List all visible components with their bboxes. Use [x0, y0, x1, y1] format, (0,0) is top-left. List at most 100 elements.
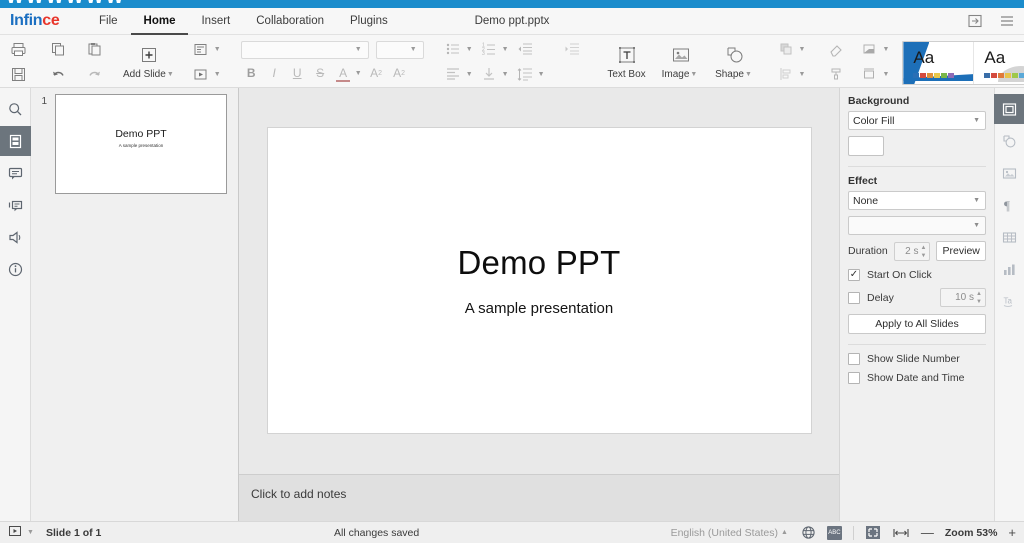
slide-thumbnail-1[interactable]: Demo PPT A sample presentation: [55, 94, 227, 194]
theme-option-2[interactable]: Aa: [974, 42, 1024, 84]
shape-button[interactable]: Shape ▼: [709, 38, 761, 86]
app-logo[interactable]: Infince: [0, 13, 78, 29]
font-family-select[interactable]: ▼: [240, 40, 369, 59]
underline-button[interactable]: U: [287, 64, 308, 83]
sidebar-item-chat[interactable]: [0, 190, 31, 220]
show-date-time-row[interactable]: Show Date and Time: [848, 372, 986, 384]
chevron-down-icon[interactable]: ▼: [27, 529, 34, 536]
menu-item-home[interactable]: Home: [130, 8, 189, 35]
image-button[interactable]: Image ▼: [655, 38, 707, 86]
fill-color-icon[interactable]: [858, 39, 880, 59]
fit-slide-icon[interactable]: [865, 525, 881, 540]
zoom-in-button[interactable]: +: [1008, 525, 1016, 540]
align-left-icon[interactable]: [442, 64, 464, 84]
menu-item-file[interactable]: File: [86, 8, 131, 35]
sidebar-item-about[interactable]: [0, 254, 31, 284]
slide-size-icon[interactable]: [858, 64, 880, 84]
slide-layout-icon[interactable]: [190, 39, 212, 59]
theme-option-1[interactable]: Aa: [903, 42, 975, 84]
copy-icon[interactable]: [47, 39, 69, 59]
background-color-swatch[interactable]: [848, 136, 884, 156]
increase-indent-icon[interactable]: [561, 39, 583, 59]
preview-button[interactable]: Preview: [936, 241, 986, 261]
delay-stepper[interactable]: 10 s ▲ ▼: [940, 288, 986, 307]
background-type-select[interactable]: Color Fill ▼: [848, 111, 986, 130]
effect-option-select[interactable]: ▼: [848, 216, 986, 235]
effect-type-select[interactable]: None ▼: [848, 191, 986, 210]
start-slideshow-icon[interactable]: [8, 524, 22, 541]
superscript-button[interactable]: A2: [366, 64, 387, 83]
print-icon[interactable]: [7, 39, 29, 59]
apply-to-all-slides-button[interactable]: Apply to All Slides: [848, 314, 986, 334]
font-size-select[interactable]: ▼: [375, 40, 424, 59]
bold-button[interactable]: B: [241, 64, 262, 83]
fit-width-icon[interactable]: [892, 526, 910, 540]
panel-chart-settings[interactable]: [994, 254, 1024, 284]
format-painter-icon[interactable]: [825, 64, 847, 84]
save-to-icon[interactable]: [966, 12, 984, 30]
zoom-level-label[interactable]: Zoom 53%: [945, 527, 998, 539]
undo-icon[interactable]: [47, 64, 69, 84]
chevron-down-icon[interactable]: ▼: [214, 46, 221, 53]
menu-item-collaboration[interactable]: Collaboration: [243, 8, 337, 35]
start-on-click-row[interactable]: Start On Click: [848, 269, 986, 281]
spellcheck-icon[interactable]: ABC: [826, 525, 842, 540]
menu-item-insert[interactable]: Insert: [188, 8, 243, 35]
chevron-up-icon[interactable]: ▲: [781, 529, 788, 536]
show-slide-number-checkbox[interactable]: [848, 353, 860, 365]
font-color-button[interactable]: A: [333, 64, 354, 83]
menu-item-plugins[interactable]: Plugins: [337, 8, 401, 35]
vertical-align-icon[interactable]: [478, 64, 500, 84]
chevron-down-icon[interactable]: ▼: [799, 71, 806, 78]
slide-thumbnail-pane[interactable]: 1 Demo PPT A sample presentation: [31, 88, 239, 521]
redo-icon[interactable]: [83, 64, 105, 84]
add-slide-button[interactable]: Add Slide ▼: [123, 38, 176, 86]
start-on-click-checkbox[interactable]: [848, 269, 860, 281]
show-date-time-checkbox[interactable]: [848, 372, 860, 384]
eraser-icon[interactable]: [825, 39, 847, 59]
chevron-down-icon[interactable]: ▼: [502, 71, 509, 78]
panel-image-settings[interactable]: [994, 158, 1024, 188]
slide-canvas[interactable]: Demo PPT A sample presentation: [267, 128, 811, 433]
slide-subtitle-text[interactable]: A sample presentation: [268, 300, 811, 317]
chevron-down-icon[interactable]: ▼: [538, 71, 545, 78]
bullet-list-icon[interactable]: [442, 39, 464, 59]
panel-paragraph-settings[interactable]: ¶: [994, 190, 1024, 220]
text-box-button[interactable]: Text Box: [601, 38, 653, 86]
slide-title-text[interactable]: Demo PPT: [268, 244, 811, 282]
chevron-down-icon[interactable]: ▼: [502, 46, 509, 53]
globe-icon[interactable]: [801, 525, 816, 540]
decrease-indent-icon[interactable]: [514, 39, 536, 59]
chevron-down-icon[interactable]: ▼: [799, 46, 806, 53]
language-label[interactable]: English (United States): [671, 527, 778, 539]
panel-textart-settings[interactable]: Ta: [994, 286, 1024, 316]
sidebar-item-slides[interactable]: [0, 126, 31, 156]
panel-table-settings[interactable]: [994, 222, 1024, 252]
italic-button[interactable]: I: [264, 64, 285, 83]
hamburger-menu-icon[interactable]: [998, 12, 1016, 30]
chevron-down-icon[interactable]: ▼: [466, 71, 473, 78]
chevron-down-icon[interactable]: ▼: [355, 70, 362, 77]
strikethrough-button[interactable]: S: [310, 64, 331, 83]
thumbnail-row[interactable]: 1 Demo PPT A sample presentation: [31, 94, 238, 194]
arrange-icon[interactable]: [775, 39, 797, 59]
sidebar-item-comments[interactable]: [0, 158, 31, 188]
align-objects-icon[interactable]: [775, 64, 797, 84]
panel-slide-settings[interactable]: [994, 94, 1024, 124]
line-spacing-icon[interactable]: [514, 64, 536, 84]
chevron-down-icon[interactable]: ▼: [882, 46, 889, 53]
subscript-button[interactable]: A2: [389, 64, 410, 83]
sidebar-item-search[interactable]: [0, 94, 31, 124]
numbered-list-icon[interactable]: 123: [478, 39, 500, 59]
chevron-down-icon[interactable]: ▼: [214, 71, 221, 78]
delay-checkbox[interactable]: [848, 291, 860, 304]
sidebar-item-feedback[interactable]: [0, 222, 31, 252]
start-slideshow-icon[interactable]: [190, 64, 212, 84]
save-icon[interactable]: [7, 64, 29, 84]
zoom-out-button[interactable]: —: [921, 525, 934, 540]
panel-shape-settings[interactable]: [994, 126, 1024, 156]
chevron-down-icon[interactable]: ▼: [882, 71, 889, 78]
show-slide-number-row[interactable]: Show Slide Number: [848, 353, 986, 365]
delay-row[interactable]: Delay 10 s ▲ ▼: [848, 288, 986, 307]
notes-area[interactable]: Click to add notes: [239, 474, 839, 521]
